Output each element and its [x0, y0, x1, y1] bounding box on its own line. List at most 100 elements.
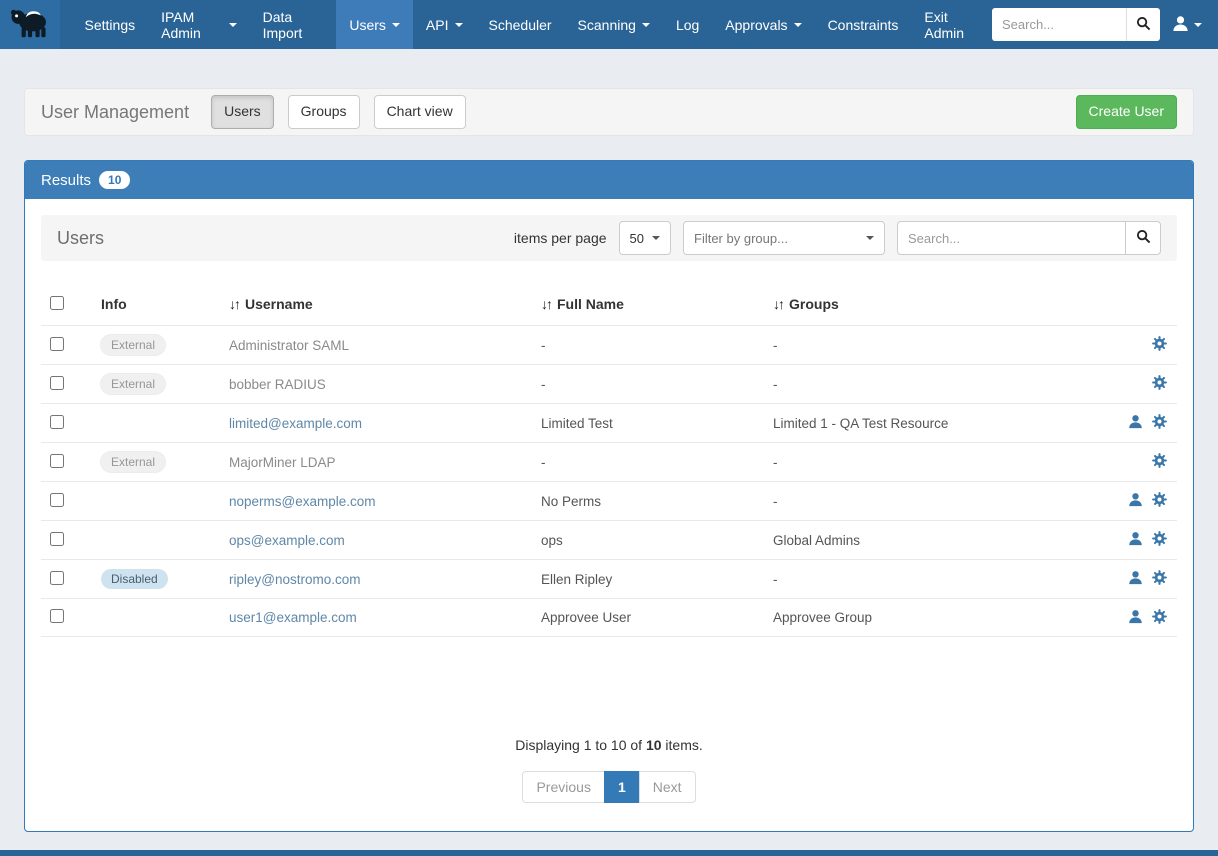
- row-checkbox[interactable]: [50, 532, 64, 546]
- tab-users[interactable]: Users: [211, 95, 274, 129]
- groups-cell: -: [758, 377, 1093, 392]
- nav-item-data-import[interactable]: Data Import: [250, 0, 337, 49]
- chevron-down-icon: [455, 23, 463, 27]
- impersonate-user-button[interactable]: [1128, 531, 1143, 549]
- nav-item-label: Data Import: [263, 9, 324, 41]
- nav-item-exit-admin[interactable]: Exit Admin: [911, 0, 992, 49]
- nav-item-ipam-admin[interactable]: IPAM Admin: [148, 0, 250, 49]
- page-header: User Management Users Groups Chart view …: [24, 88, 1194, 136]
- user-settings-button[interactable]: [1152, 336, 1167, 354]
- chevron-down-icon: [1194, 23, 1202, 27]
- user-settings-button[interactable]: [1152, 609, 1167, 627]
- user-settings-button[interactable]: [1152, 531, 1167, 549]
- impersonate-user-button[interactable]: [1128, 414, 1143, 432]
- search-icon: [1136, 16, 1151, 34]
- section-title: Users: [57, 228, 104, 249]
- fullname-cell: -: [526, 455, 758, 470]
- groups-cell: -: [758, 572, 1093, 587]
- fullname-cell: -: [526, 338, 758, 353]
- username-cell[interactable]: ripley@nostromo.com: [229, 572, 361, 587]
- navbar-search-input[interactable]: [992, 8, 1126, 41]
- person-icon: [1128, 414, 1143, 432]
- status-badge: External: [101, 374, 165, 394]
- sort-icon: ↓↑: [773, 296, 783, 312]
- items-per-page-select[interactable]: 50: [619, 221, 671, 255]
- row-checkbox[interactable]: [50, 571, 64, 585]
- nav-item-scheduler[interactable]: Scheduler: [476, 0, 565, 49]
- nav-item-constraints[interactable]: Constraints: [815, 0, 912, 49]
- impersonate-user-button[interactable]: [1128, 570, 1143, 588]
- row-checkbox[interactable]: [50, 376, 64, 390]
- col-header-groups[interactable]: ↓↑Groups: [758, 296, 1093, 312]
- person-icon: [1128, 570, 1143, 588]
- groups-cell: -: [758, 338, 1093, 353]
- tab-chart-view[interactable]: Chart view: [374, 95, 466, 129]
- nav-item-scanning[interactable]: Scanning: [565, 0, 663, 49]
- group-filter-placeholder: Filter by group...: [694, 231, 788, 246]
- users-toolbar: Users items per page 50 Filter by group.…: [41, 215, 1177, 261]
- nav-item-log[interactable]: Log: [663, 0, 712, 49]
- user-menu-button[interactable]: [1170, 11, 1204, 39]
- nav-item-approvals[interactable]: Approvals: [712, 0, 814, 49]
- results-count-badge: 10: [99, 171, 130, 189]
- user-settings-button[interactable]: [1152, 453, 1167, 471]
- navbar-search-group: [992, 8, 1160, 41]
- username-cell[interactable]: ops@example.com: [229, 533, 345, 548]
- fullname-cell: -: [526, 377, 758, 392]
- tab-groups[interactable]: Groups: [288, 95, 360, 129]
- row-checkbox[interactable]: [50, 493, 64, 507]
- toolbar-controls: items per page 50 Filter by group...: [514, 221, 1161, 255]
- user-settings-button[interactable]: [1152, 414, 1167, 432]
- app-logo[interactable]: [0, 0, 60, 49]
- gear-icon: [1152, 414, 1167, 432]
- select-all-checkbox[interactable]: [50, 296, 64, 310]
- username-cell[interactable]: noperms@example.com: [229, 494, 376, 509]
- sort-icon: ↓↑: [541, 296, 551, 312]
- row-checkbox[interactable]: [50, 454, 64, 468]
- group-filter-select[interactable]: Filter by group...: [683, 221, 885, 255]
- groups-cell: Approvee Group: [758, 610, 1093, 625]
- row-checkbox[interactable]: [50, 609, 64, 623]
- nav-item-label: Exit Admin: [924, 9, 979, 41]
- groups-cell: Limited 1 - QA Test Resource: [758, 416, 1093, 431]
- table-row: Disabled ripley@nostromo.com Ellen Riple…: [41, 559, 1177, 598]
- fullname-cell: No Perms: [526, 494, 758, 509]
- chevron-down-icon: [642, 23, 650, 27]
- users-table-body: External Administrator SAML - -: [41, 325, 1177, 637]
- nav-item-label: Scanning: [578, 17, 636, 33]
- user-settings-button[interactable]: [1152, 492, 1167, 510]
- page-1-button[interactable]: 1: [604, 771, 640, 803]
- nav-item-settings[interactable]: Settings: [72, 0, 149, 49]
- col-header-username[interactable]: ↓↑Username: [214, 296, 526, 312]
- username-cell: Administrator SAML: [229, 338, 349, 353]
- table-search-input[interactable]: [897, 221, 1125, 255]
- impersonate-user-button[interactable]: [1128, 492, 1143, 510]
- col-header-fullname[interactable]: ↓↑Full Name: [526, 296, 758, 312]
- chevron-down-icon: [229, 23, 237, 27]
- nav-item-label: Log: [676, 17, 699, 33]
- gear-icon: [1152, 375, 1167, 393]
- row-checkbox[interactable]: [50, 337, 64, 351]
- users-table-header: Info ↓↑Username ↓↑Full Name ↓↑Groups: [41, 283, 1177, 325]
- fullname-cell: Ellen Ripley: [526, 572, 758, 587]
- previous-page-button[interactable]: Previous: [522, 771, 604, 803]
- username-cell[interactable]: user1@example.com: [229, 610, 357, 625]
- table-search-button[interactable]: [1125, 221, 1161, 255]
- username-cell[interactable]: limited@example.com: [229, 416, 362, 431]
- person-icon: [1128, 609, 1143, 627]
- navbar-menu: Settings IPAM Admin Data Import Users AP…: [72, 0, 992, 49]
- table-row: External Administrator SAML - -: [41, 325, 1177, 364]
- nav-item-users[interactable]: Users: [336, 0, 413, 49]
- nav-item-api[interactable]: API: [413, 0, 476, 49]
- fullname-cell: ops: [526, 533, 758, 548]
- user-settings-button[interactable]: [1152, 570, 1167, 588]
- row-checkbox[interactable]: [50, 415, 64, 429]
- chevron-down-icon: [392, 23, 400, 27]
- impersonate-user-button[interactable]: [1128, 609, 1143, 627]
- nav-item-label: IPAM Admin: [161, 9, 223, 41]
- next-page-button[interactable]: Next: [639, 771, 696, 803]
- create-user-button[interactable]: Create User: [1076, 95, 1177, 129]
- user-settings-button[interactable]: [1152, 375, 1167, 393]
- navbar-search-button[interactable]: [1126, 8, 1160, 41]
- status-badge: External: [101, 452, 165, 472]
